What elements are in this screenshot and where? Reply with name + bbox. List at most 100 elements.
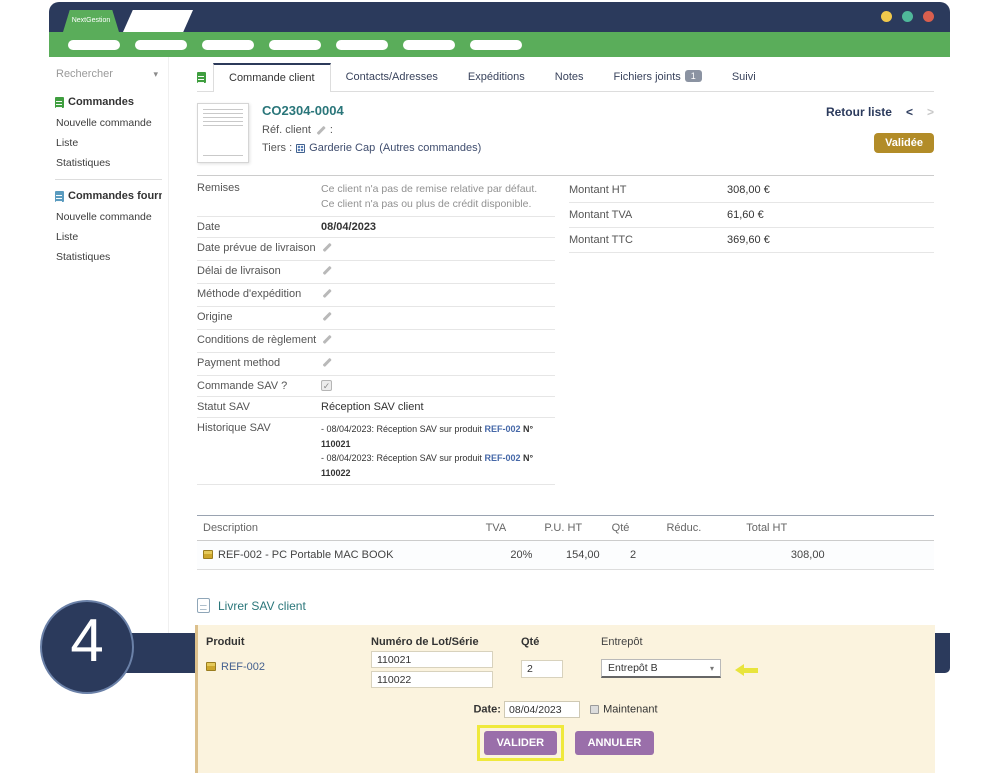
field-label: Origine xyxy=(197,311,321,323)
date-label: Date xyxy=(473,704,497,716)
sidebar-item-liste[interactable]: Liste xyxy=(56,137,162,149)
search-select[interactable]: Rechercher ▾ xyxy=(55,65,162,90)
sav-checkbox[interactable]: ✓ xyxy=(321,380,332,391)
step-number-badge: 4 xyxy=(40,600,134,694)
close-icon[interactable] xyxy=(923,11,934,22)
annuler-button[interactable]: ANNULER xyxy=(575,731,655,755)
tiers-link[interactable]: Garderie Cap xyxy=(309,142,375,154)
left-sidebar: Rechercher ▾ Commandes Nouvelle commande… xyxy=(49,57,169,633)
field-row-commande-sav: Commande SAV ? ✓ xyxy=(197,376,555,397)
document-icon xyxy=(55,97,64,108)
delivery-sheet-icon xyxy=(197,598,210,613)
sav-delivery-form: Produit REF-002 Numéro de Lot/Série Qté xyxy=(195,625,935,773)
maintenant-checkbox[interactable] xyxy=(590,705,599,714)
back-to-list-link[interactable]: Retour liste xyxy=(826,105,892,119)
sidebar-section-label: Commandes xyxy=(68,96,134,108)
sidebar-item-nouvelle-commande[interactable]: Nouvelle commande xyxy=(56,117,162,129)
sidebar-section-commandes-fournisseurs[interactable]: Commandes fournis... xyxy=(55,190,162,202)
chevron-down-icon: ▾ xyxy=(153,69,158,80)
edit-pencil-icon[interactable] xyxy=(321,311,332,322)
attachment-count-badge: 1 xyxy=(685,70,702,82)
separator: : xyxy=(330,124,333,136)
lines-header-row: Description TVA P.U. HT Qté Réduc. Total… xyxy=(197,516,934,541)
form-header-qte: Qté xyxy=(521,636,601,648)
tab-contacts-adresses[interactable]: Contacts/Adresses xyxy=(331,63,453,91)
valider-button[interactable]: VALIDER xyxy=(484,731,557,755)
tab-suivi[interactable]: Suivi xyxy=(717,63,771,91)
annotation-arrow-icon xyxy=(735,664,758,676)
delivery-date-input[interactable] xyxy=(504,701,580,718)
num-label: N° xyxy=(523,424,533,434)
menu-item-placeholder[interactable] xyxy=(135,40,187,50)
sidebar-item-statistiques-fournisseur[interactable]: Statistiques xyxy=(56,251,162,263)
field-label: Statut SAV xyxy=(197,401,321,413)
order-tabs: Commande client Contacts/Adresses Expédi… xyxy=(197,63,934,92)
previous-record-icon[interactable]: < xyxy=(906,105,913,119)
ref-client-row: Réf. client : xyxy=(262,124,481,136)
menu-item-placeholder[interactable] xyxy=(269,40,321,50)
tab-label: Fichiers joints xyxy=(614,71,681,83)
menu-item-placeholder[interactable] xyxy=(202,40,254,50)
quantity-input[interactable] xyxy=(521,660,563,678)
order-lines-table: Description TVA P.U. HT Qté Réduc. Total… xyxy=(197,515,934,570)
product-ref-link[interactable]: REF-002 xyxy=(484,424,520,434)
document-icon xyxy=(55,191,64,202)
sidebar-item-liste-fournisseur[interactable]: Liste xyxy=(56,231,162,243)
tab-notes[interactable]: Notes xyxy=(540,63,599,91)
form-product-ref: REF-002 xyxy=(206,661,371,673)
entrepot-select[interactable]: Entrepôt B ▾ xyxy=(601,659,721,678)
livrer-sav-label: Livrer SAV client xyxy=(218,599,306,613)
edit-pencil-icon[interactable] xyxy=(321,357,332,368)
product-icon xyxy=(206,662,216,671)
tab-expeditions[interactable]: Expéditions xyxy=(453,63,540,91)
product-ref-link[interactable]: REF-002 xyxy=(484,453,520,463)
next-record-icon[interactable]: > xyxy=(927,105,934,119)
totals-table: Montant HT 308,00 € Montant TVA 61,60 € … xyxy=(569,178,934,253)
historique-text: - 08/04/2023: Réception SAV sur produit xyxy=(321,424,482,434)
status-badge: Validée xyxy=(874,133,934,153)
historique-entry: - 08/04/2023: Réception SAV sur produit … xyxy=(321,453,533,477)
form-header-produit: Produit xyxy=(206,636,371,648)
line-product-link[interactable]: REF-002 - PC Portable MAC BOOK xyxy=(218,549,393,561)
edit-pencil-icon[interactable] xyxy=(321,242,332,253)
edit-pencil-icon[interactable] xyxy=(321,288,332,299)
sidebar-section-commandes[interactable]: Commandes xyxy=(55,96,162,108)
banner-right: Retour liste < > Validée xyxy=(826,103,934,163)
menu-item-placeholder[interactable] xyxy=(470,40,522,50)
details-table: Remises Ce client n'a pas de remise rela… xyxy=(197,178,555,485)
minimize-icon[interactable] xyxy=(881,11,892,22)
brand-tab[interactable]: NextGestion xyxy=(63,10,119,32)
maximize-icon[interactable] xyxy=(902,11,913,22)
lot-serial-input-2[interactable] xyxy=(371,671,493,688)
browser-tab-placeholder[interactable] xyxy=(123,10,193,32)
document-preview-thumbnail[interactable] xyxy=(197,103,249,163)
tiers-label: Tiers : xyxy=(262,142,292,154)
window-controls xyxy=(881,11,934,22)
edit-pencil-icon[interactable] xyxy=(321,334,332,345)
menu-item-placeholder[interactable] xyxy=(403,40,455,50)
line-tva: 20% xyxy=(480,541,539,570)
menu-item-placeholder[interactable] xyxy=(336,40,388,50)
product-ref-link[interactable]: REF-002 xyxy=(221,661,265,673)
step-number: 4 xyxy=(70,606,103,675)
order-date-value: 08/04/2023 xyxy=(321,221,555,233)
form-actions: VALIDER ANNULER xyxy=(206,725,925,761)
sidebar-item-statistiques[interactable]: Statistiques xyxy=(56,157,162,169)
livrer-sav-link[interactable]: Livrer SAV client xyxy=(197,598,934,613)
sidebar-item-nouvelle-commande-fournisseur[interactable]: Nouvelle commande xyxy=(56,211,162,223)
tab-commande-client[interactable]: Commande client xyxy=(213,63,331,92)
tab-fichiers-joints[interactable]: Fichiers joints 1 xyxy=(599,63,717,91)
edit-pencil-icon[interactable] xyxy=(315,125,326,136)
company-icon xyxy=(296,144,305,153)
entrepot-selected-value: Entrepôt B xyxy=(608,662,658,674)
field-row-remises: Remises Ce client n'a pas de remise rela… xyxy=(197,178,555,217)
field-row-payment-method: Payment method xyxy=(197,353,555,376)
field-label: Conditions de règlement xyxy=(197,334,321,346)
main-pane: Commande client Contacts/Adresses Expédi… xyxy=(169,57,950,633)
delivery-date-row: Date: Maintenant xyxy=(206,701,925,718)
remise-note-2: Ce client n'a pas ou plus de crédit disp… xyxy=(321,198,531,210)
product-icon xyxy=(203,550,213,559)
edit-pencil-icon[interactable] xyxy=(321,265,332,276)
menu-item-placeholder[interactable] xyxy=(68,40,120,50)
lot-serial-input-1[interactable] xyxy=(371,651,493,668)
